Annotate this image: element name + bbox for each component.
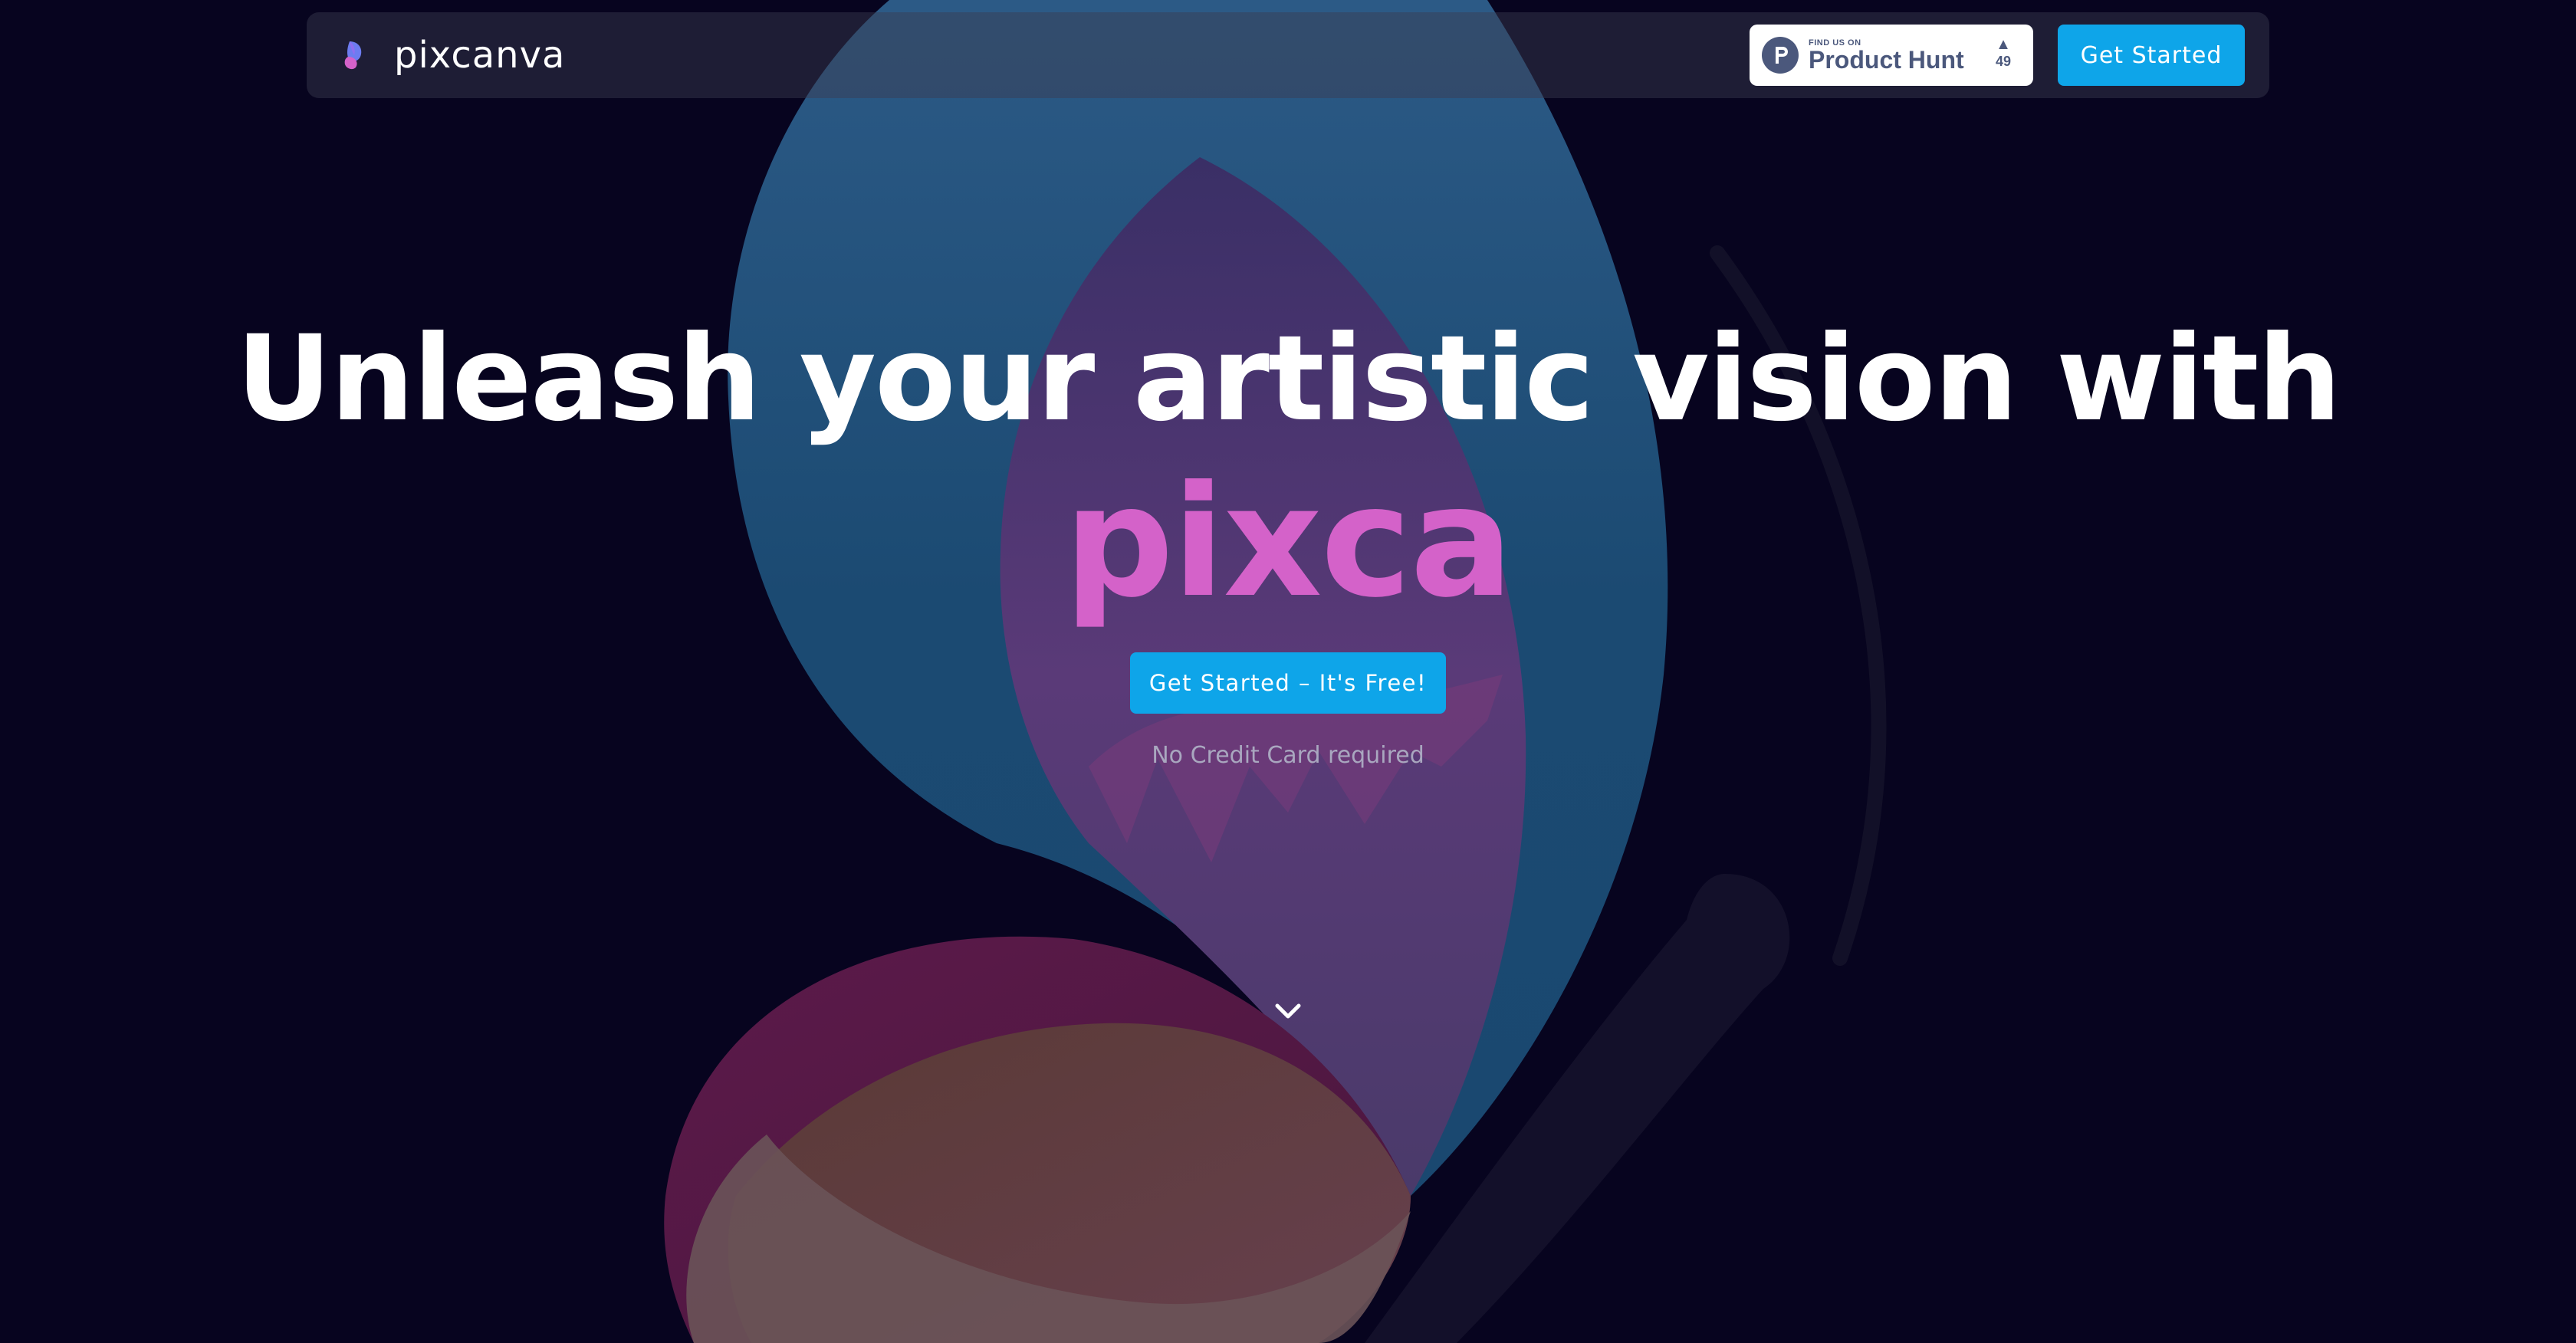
triangle-up-icon: ▲ [1996,36,2011,53]
product-hunt-badge[interactable]: FIND US ON Product Hunt ▲ 49 [1750,25,2033,86]
top-navbar: pixcanva FIND US ON Product Hunt ▲ 49 Ge… [307,12,2269,98]
hero-accent-word: pixca [1063,453,1513,632]
chevron-down-icon[interactable] [1271,998,1305,1023]
brand-name: pixcanva [394,34,566,77]
product-hunt-title: Product Hunt [1809,46,1964,74]
product-hunt-votes: ▲ 49 [1987,35,2019,69]
vote-count: 49 [1995,54,2012,69]
butterfly-logo-icon [344,41,362,70]
product-hunt-logo-icon [1762,37,1799,74]
get-started-free-button[interactable]: Get Started – It's Free! [1130,652,1446,714]
brand[interactable]: pixcanva [337,12,565,98]
get-started-button[interactable]: Get Started [2058,25,2245,86]
no-credit-card-note: No Credit Card required [1152,742,1424,769]
hero-headline: Unleash your artistic vision with [235,310,2341,448]
